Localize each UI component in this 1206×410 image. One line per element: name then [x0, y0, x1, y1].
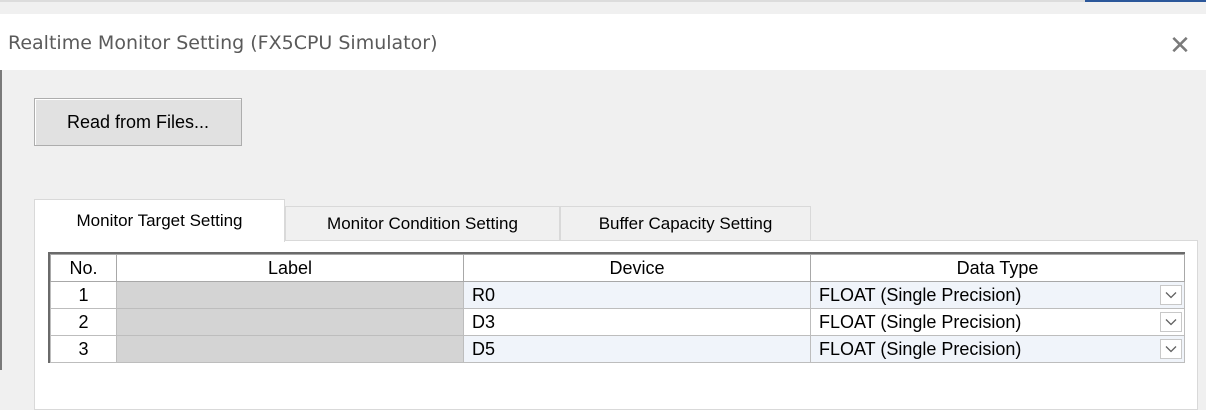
label-cell[interactable] [116, 281, 464, 309]
tab-buffer-capacity-setting[interactable]: Buffer Capacity Setting [560, 206, 811, 240]
table-row: 2 D3 FLOAT (Single Precision) [50, 308, 1185, 336]
table-header-row: No. Label Device Data Type [50, 254, 1185, 282]
column-header-device: Device [463, 254, 811, 282]
read-from-files-button[interactable]: Read from Files... [34, 98, 242, 146]
close-icon[interactable]: ✕ [1158, 25, 1202, 65]
device-cell[interactable]: D5 [463, 335, 811, 363]
data-type-value: FLOAT (Single Precision) [819, 338, 1022, 359]
row-number-cell[interactable]: 1 [50, 281, 117, 309]
column-header-data-type: Data Type [810, 254, 1185, 282]
data-type-cell[interactable]: FLOAT (Single Precision) [810, 308, 1185, 336]
tab-monitor-target-setting[interactable]: Monitor Target Setting [34, 199, 285, 242]
column-header-no: No. [50, 254, 117, 282]
chevron-down-icon[interactable] [1160, 339, 1182, 359]
row-number-cell[interactable]: 3 [50, 335, 117, 363]
data-type-cell[interactable]: FLOAT (Single Precision) [810, 281, 1185, 309]
device-cell[interactable]: D3 [463, 308, 811, 336]
label-cell[interactable] [116, 335, 464, 363]
data-type-cell[interactable]: FLOAT (Single Precision) [810, 335, 1185, 363]
label-cell[interactable] [116, 308, 464, 336]
table-row: 3 D5 FLOAT (Single Precision) [50, 335, 1185, 363]
top-border-accent [1085, 0, 1206, 2]
chevron-down-icon[interactable] [1160, 285, 1182, 305]
data-type-value: FLOAT (Single Precision) [819, 284, 1022, 305]
dialog-window: Realtime Monitor Setting (FX5CPU Simulat… [0, 0, 1206, 410]
window-title: Realtime Monitor Setting (FX5CPU Simulat… [8, 32, 438, 54]
left-border [0, 70, 2, 370]
monitor-target-grid: No. Label Device Data Type 1 R0 FLOAT (S… [48, 252, 1185, 363]
chevron-down-icon[interactable] [1160, 312, 1182, 332]
tab-monitor-condition-setting[interactable]: Monitor Condition Setting [285, 206, 560, 240]
column-header-label: Label [116, 254, 464, 282]
title-bar: Realtime Monitor Setting (FX5CPU Simulat… [0, 14, 1206, 70]
device-cell[interactable]: R0 [463, 281, 811, 309]
top-border [0, 0, 1206, 2]
table-row: 1 R0 FLOAT (Single Precision) [50, 281, 1185, 309]
data-type-value: FLOAT (Single Precision) [819, 311, 1022, 332]
row-number-cell[interactable]: 2 [50, 308, 117, 336]
